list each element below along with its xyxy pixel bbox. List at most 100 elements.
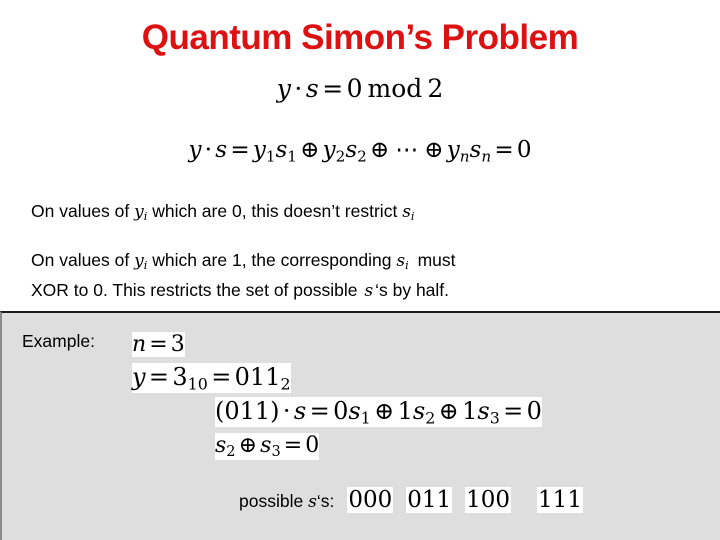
term-3-subscript: 3: [489, 408, 500, 428]
variable-n: n: [132, 332, 147, 357]
equation-n-equals-3-body: n = 3: [132, 332, 185, 357]
variable-y-subscript: i: [143, 259, 148, 273]
equation-inner-product-expanded: y · s = y1s1 ⊕ y2s2 ⊕ ⋯ ⊕ ynsn = 0: [0, 135, 720, 171]
variable-s: s: [364, 281, 374, 302]
prose-zero-text-1: On values of: [31, 201, 130, 221]
variable-s: s: [293, 397, 307, 425]
term-2-s-subscript: 2: [357, 147, 367, 166]
vector-011: (011): [215, 397, 280, 425]
term-3-s: s: [477, 397, 490, 425]
term-n-s: s: [469, 137, 482, 163]
result-zero: 0: [526, 397, 542, 425]
ellipsis: ⋯: [395, 137, 419, 163]
term-1-s: s: [275, 137, 288, 163]
possible-label-suffix: ‘s:: [316, 491, 335, 511]
mod-keyword: mod: [367, 74, 423, 103]
term-2-coefficient: 1: [397, 397, 413, 425]
term-1-subscript: 1: [360, 408, 371, 428]
variable-s: s: [308, 492, 317, 512]
possible-s-value: 111: [537, 487, 583, 513]
variable-s: s: [305, 74, 319, 103]
equals-sign: =: [149, 332, 168, 357]
inline-variable-s-i: si: [396, 249, 409, 279]
prose-one-line-2: XOR to 0. This restricts the set of poss…: [31, 278, 456, 305]
equals-sign: =: [309, 397, 330, 425]
dot-operator: ·: [204, 137, 213, 163]
binary-value: 011: [234, 363, 281, 391]
prose-one-text-1: On values of: [31, 250, 130, 270]
variable-s: s: [215, 137, 228, 163]
equation-mod-two-body: y · s = 0 mod 2: [276, 74, 444, 104]
variable-s-subscript: i: [405, 259, 409, 273]
term-1-y: y: [252, 137, 266, 163]
term-2-s: s: [345, 137, 358, 163]
term-2-subscript: 2: [425, 408, 436, 428]
variable-y: y: [276, 74, 291, 103]
example-label: Example:: [22, 331, 95, 351]
result-zero: 0: [516, 137, 532, 163]
variable-s: s: [402, 202, 411, 222]
inline-variable-y-i: yi: [134, 200, 148, 230]
value-3: 3: [170, 332, 185, 357]
term-1-coefficient: 0: [333, 397, 349, 425]
xor-operator: ⊕: [438, 397, 459, 425]
prose-one-case: On values of yi which are 1, the corresp…: [31, 248, 456, 305]
equation-dot-product-011: (011) · s = 0s1 ⊕ 1s2 ⊕ 1s3 = 0: [215, 397, 542, 428]
equation-mod-two: y · s = 0 mod 2: [0, 74, 720, 104]
equation-inner-product-body: y · s = y1s1 ⊕ y2s2 ⊕ ⋯ ⊕ ynsn = 0: [188, 136, 532, 171]
variable-y: y: [134, 202, 144, 222]
variable-s-subscript: i: [410, 210, 415, 224]
term-n-s-subscript: n: [481, 147, 492, 166]
prose-zero-text-2: which are 0, this doesn’t restrict: [152, 201, 398, 221]
value-zero: 0: [346, 74, 363, 103]
possible-s-values-row: possible s‘s: 000 011 100 111: [239, 487, 583, 513]
equals-sign: =: [503, 397, 524, 425]
equals-sign: =: [494, 137, 514, 163]
inline-variable-y-i: yi: [134, 249, 148, 279]
equals-sign: =: [148, 363, 170, 391]
term-n-y: y: [446, 137, 460, 163]
example-panel: Example: n = 3 y = 310 = 0112 (011) · s = 0s1 ⊕ 1s2 ⊕…: [0, 311, 720, 540]
term-1-s-subscript: 1: [287, 147, 297, 166]
xor-operator: ⊕: [300, 137, 320, 163]
prose-one-line-1: On values of yi which are 1, the corresp…: [31, 248, 456, 279]
result-zero: 0: [305, 433, 320, 458]
binary-base: 2: [280, 374, 291, 394]
prose-one-text-3: must: [417, 250, 456, 270]
value-two: 2: [427, 74, 444, 103]
possible-s-value: 011: [406, 487, 453, 513]
prose-one-line2-text-1: XOR to 0. This restricts the set of poss…: [31, 280, 358, 301]
inline-variable-s-i: si: [402, 200, 415, 230]
possible-s-value: 100: [465, 487, 512, 513]
equals-sign: =: [322, 74, 344, 103]
term-2-y: y: [322, 137, 336, 163]
possible-s-value: 000: [347, 487, 394, 513]
dot-operator: ·: [294, 74, 303, 103]
prose-one-text-2: which are 1, the corresponding: [152, 250, 392, 270]
equation-s2-xor-s3: s2 ⊕ s3 = 0: [215, 432, 320, 461]
variable-s-a: s: [215, 433, 227, 458]
inline-variable-s: s: [362, 279, 376, 305]
equals-sign: =: [283, 433, 303, 458]
equals-sign: =: [230, 137, 250, 163]
equation-n-equals-3: n = 3: [132, 331, 185, 357]
variable-y: y: [134, 251, 144, 271]
decimal-value: 3: [172, 363, 188, 391]
term-1-s: s: [348, 397, 361, 425]
page-title: Quantum Simon’s Problem: [141, 18, 579, 57]
xor-operator: ⊕: [424, 137, 444, 163]
term-2-s: s: [412, 397, 426, 425]
equals-sign: =: [211, 363, 232, 391]
variable-s-b-subscript: 3: [271, 444, 281, 461]
equation-dot-product-011-body: (011) · s = 0s1 ⊕ 1s2 ⊕ 1s3 = 0: [215, 397, 542, 428]
variable-y: y: [188, 137, 202, 163]
dot-operator: ·: [282, 397, 291, 425]
variable-s-b: s: [260, 433, 272, 458]
variable-s-a-subscript: 2: [226, 444, 236, 461]
xor-operator: ⊕: [374, 397, 395, 425]
decimal-base: 10: [187, 374, 208, 394]
equation-y-binary: y = 310 = 0112: [132, 363, 291, 394]
xor-operator: ⊕: [238, 433, 258, 458]
equation-y-binary-body: y = 310 = 0112: [132, 363, 291, 394]
term-3-coefficient: 1: [462, 397, 478, 425]
